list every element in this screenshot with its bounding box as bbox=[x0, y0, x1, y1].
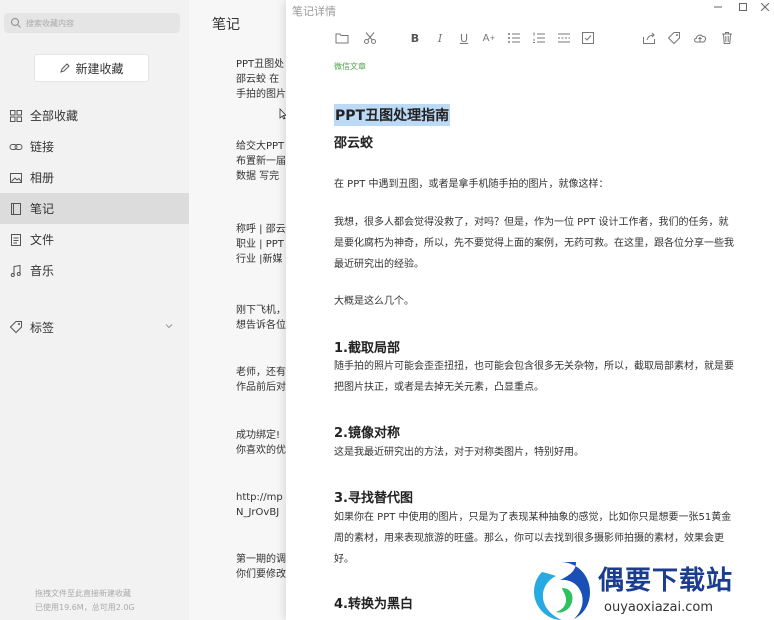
sidebar-item-notes[interactable]: 笔记 bbox=[0, 193, 189, 224]
cloud-upload-icon bbox=[694, 34, 707, 43]
section-heading: 1.截取局部 bbox=[334, 341, 400, 356]
sidebar-item-album[interactable]: 相册 bbox=[0, 162, 189, 193]
share-button[interactable] bbox=[641, 30, 657, 46]
section-heading: 4.转换为黑白 bbox=[334, 597, 413, 612]
sidebar-item-links[interactable]: 链接 bbox=[0, 131, 189, 162]
pencil-icon bbox=[60, 63, 71, 73]
scissors-icon bbox=[364, 32, 376, 44]
image-icon bbox=[10, 172, 22, 183]
sidebar-item-label: 笔记 bbox=[30, 202, 55, 216]
editor-toolbar: B I U A + bbox=[286, 28, 774, 48]
sidebar-nav: 全部收藏 链接 相册 笔记 文件 音乐 bbox=[0, 100, 189, 286]
section-heading: 3.寻找替代图 bbox=[334, 491, 413, 506]
new-collection-button[interactable]: 新建收藏 bbox=[34, 54, 149, 82]
list-item[interactable]: 给交大PPT 布置新一届 数据 写完 bbox=[236, 139, 286, 184]
divider-button[interactable] bbox=[556, 30, 572, 46]
link-icon bbox=[9, 143, 23, 150]
close-button[interactable] bbox=[758, 1, 772, 13]
notes-title: 笔记 bbox=[212, 17, 240, 33]
bullet-list-button[interactable] bbox=[506, 30, 522, 46]
paragraph: 随手拍的照片可能会歪歪扭扭，也可能会包含很多无关杂物，所以，截取局部素材，就是要… bbox=[334, 361, 734, 393]
search-box[interactable] bbox=[4, 13, 180, 33]
cut-button[interactable] bbox=[360, 30, 380, 46]
close-icon bbox=[761, 3, 769, 11]
list-item[interactable]: PPT丑图处 邵云蛟 在 手拍的图片 bbox=[236, 57, 286, 102]
storage-usage: 已使用19.6M，总可用2.0G bbox=[35, 603, 135, 612]
note-icon bbox=[11, 202, 21, 215]
minimize-icon bbox=[714, 6, 722, 8]
file-icon bbox=[11, 233, 21, 246]
search-icon bbox=[10, 17, 21, 28]
note-detail-panel: 笔记详情 B I U A + 微信文章 PPT丑图处理指南 邵云蛟 在 PPT … bbox=[286, 0, 774, 620]
paragraph: 我想，很多人都会觉得没救了，对吗？但是，作为一位 PPT 设计工作者，我们的任务… bbox=[334, 217, 734, 270]
numbered-list-button[interactable] bbox=[531, 30, 547, 46]
trash-icon bbox=[722, 32, 732, 44]
search-input[interactable] bbox=[26, 18, 166, 28]
share-icon bbox=[643, 32, 655, 44]
grid-icon bbox=[10, 109, 22, 122]
checklist-button[interactable] bbox=[580, 30, 596, 46]
tag-icon bbox=[667, 32, 680, 45]
sidebar-item-label: 全部收藏 bbox=[30, 109, 79, 123]
chevron-down-icon[interactable] bbox=[164, 321, 174, 331]
numbered-list-icon bbox=[533, 32, 545, 43]
watermark-logo-icon bbox=[534, 562, 590, 620]
notes-list: 笔记 PPT丑图处 邵云蛟 在 手拍的图片 给交大PPT 布置新一届 数据 写完… bbox=[189, 0, 286, 620]
note-title: PPT丑图处理指南 bbox=[334, 104, 451, 126]
section-heading: 2.镜像对称 bbox=[334, 426, 400, 441]
list-item[interactable]: 老师，还有 作品前后对 bbox=[236, 365, 286, 395]
italic-button[interactable]: I bbox=[432, 30, 448, 46]
sidebar-item-label: 链接 bbox=[30, 140, 55, 154]
sidebar-item-files[interactable]: 文件 bbox=[0, 224, 189, 255]
divider-icon bbox=[558, 33, 570, 43]
sidebar-item-label: 相册 bbox=[30, 171, 55, 185]
bold-button[interactable]: B bbox=[407, 30, 423, 46]
source-tag: 微信文章 bbox=[334, 62, 366, 71]
list-item[interactable]: 成功绑定! 你喜欢的优 bbox=[236, 428, 286, 458]
minimize-button[interactable] bbox=[711, 1, 725, 13]
footer-hint: 拖拽文件至此直接新建收藏 bbox=[35, 589, 131, 598]
sidebar-tags[interactable]: 标签 bbox=[0, 312, 189, 342]
tag-button[interactable] bbox=[666, 30, 682, 46]
folder-button[interactable] bbox=[334, 30, 350, 46]
sidebar: 新建收藏 全部收藏 链接 相册 笔记 文件 音乐 标签 bbox=[0, 0, 189, 620]
paragraph: 大概是这么几个。 bbox=[334, 296, 414, 307]
list-item[interactable]: 称呼 | 邵云 职业 | PPT 行业 |新媒 bbox=[236, 222, 286, 267]
watermark-url: ouyaoxiazai.com bbox=[604, 600, 713, 615]
sidebar-item-all[interactable]: 全部收藏 bbox=[0, 100, 189, 131]
list-item[interactable]: 刚下飞机， 想告诉各位 bbox=[236, 303, 286, 333]
paragraph: 这是我最近研究出的方法，对于对称类图片，特别好用。 bbox=[334, 447, 584, 458]
watermark-title: 偶要下载站 bbox=[598, 566, 734, 596]
folder-icon bbox=[335, 33, 349, 44]
note-author: 邵云蛟 bbox=[334, 136, 374, 151]
delete-button[interactable] bbox=[719, 30, 735, 46]
checkbox-icon bbox=[582, 32, 594, 44]
window-title: 笔记详情 bbox=[292, 5, 336, 18]
site-watermark: 偶要下载站 ouyaoxiazai.com bbox=[526, 552, 774, 620]
maximize-icon bbox=[739, 3, 747, 11]
tags-label: 标签 bbox=[30, 320, 55, 335]
font-size-button[interactable]: A + bbox=[481, 30, 497, 46]
maximize-button[interactable] bbox=[736, 1, 750, 13]
upload-button[interactable] bbox=[692, 30, 708, 46]
storage-footer: 拖拽文件至此直接新建收藏 已使用19.6M，总可用2.0G bbox=[35, 587, 135, 615]
list-item[interactable]: 第一期的调 你们要修改 bbox=[236, 552, 286, 582]
bullet-list-icon bbox=[508, 33, 520, 43]
sidebar-item-label: 文件 bbox=[30, 233, 55, 247]
tag-icon bbox=[9, 321, 22, 334]
sidebar-item-music[interactable]: 音乐 bbox=[0, 255, 189, 286]
list-item[interactable]: http://mp N_JrOvBJ bbox=[236, 490, 286, 520]
sidebar-item-label: 音乐 bbox=[30, 264, 55, 278]
paragraph: 在 PPT 中遇到丑图，或者是拿手机随手拍的图片，就像这样： bbox=[334, 179, 609, 190]
new-collection-label: 新建收藏 bbox=[75, 61, 124, 76]
music-icon bbox=[10, 264, 21, 277]
underline-button[interactable]: U bbox=[456, 30, 472, 46]
